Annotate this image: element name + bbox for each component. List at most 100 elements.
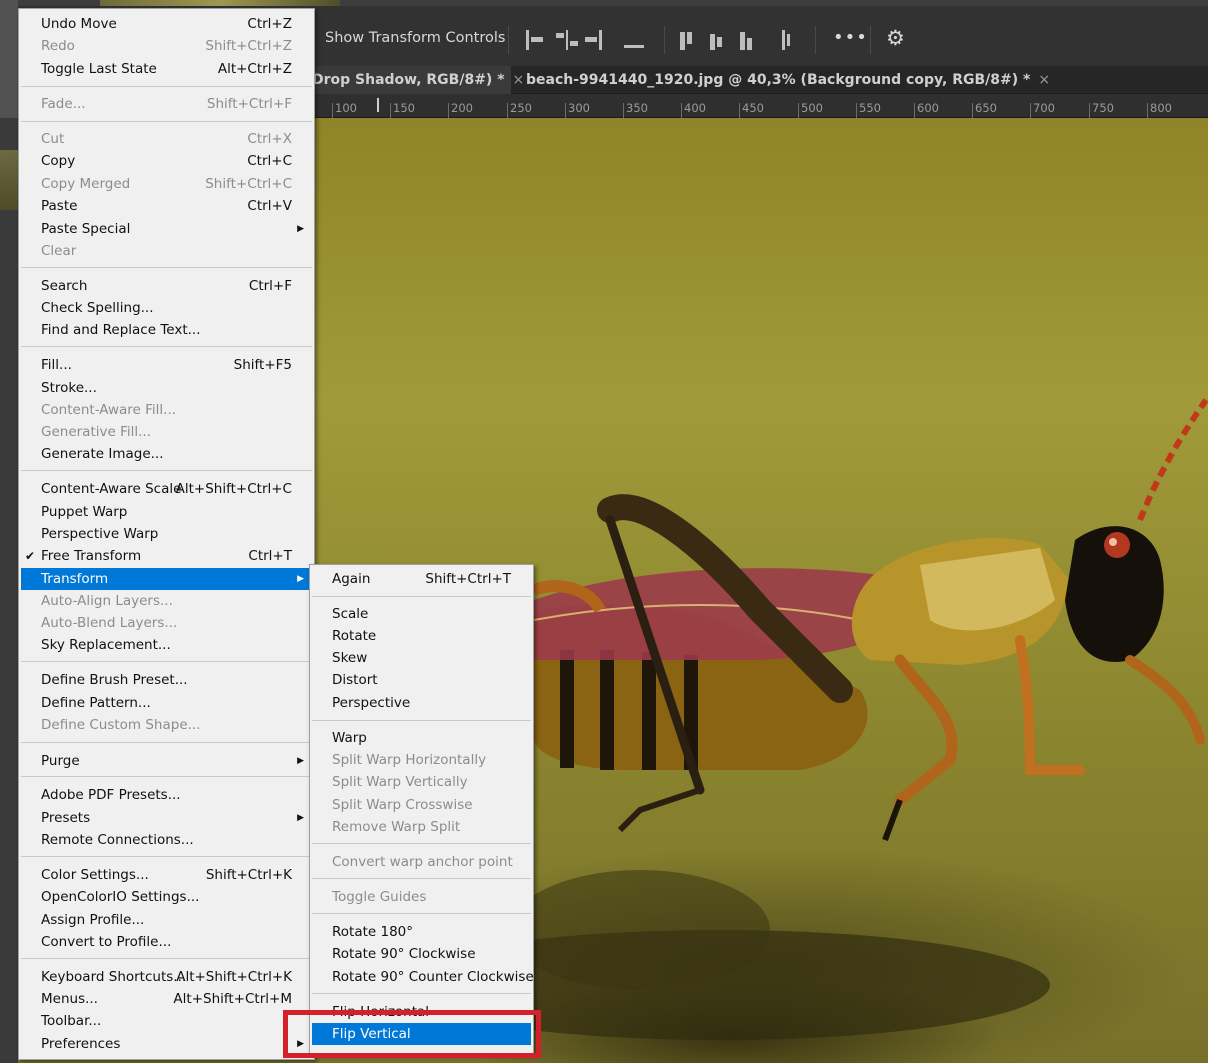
menu-item-convert-warp-anchor-point[interactable]: Convert warp anchor point (312, 851, 531, 873)
menu-item-label: Assign Profile... (41, 912, 145, 928)
menu-separator (312, 913, 531, 914)
menu-item-generative-fill[interactable]: Generative Fill... (21, 421, 312, 443)
menu-item-content-aware-fill[interactable]: Content-Aware Fill... (21, 399, 312, 421)
submenu-arrow-icon: ▶ (297, 813, 304, 823)
menu-item-free-transform[interactable]: ✔ Free Transform Ctrl+T (21, 545, 312, 567)
menu-item-keyboard-shortcuts[interactable]: Keyboard Shortcuts... Alt+Shift+Ctrl+K (21, 966, 312, 988)
menu-item-copy-merged[interactable]: Copy Merged Shift+Ctrl+C (21, 173, 312, 195)
menu-item-label: Toggle Last State (41, 61, 157, 77)
menu-item-label: Redo (41, 38, 75, 54)
menu-item-adobe-pdf-presets[interactable]: Adobe PDF Presets... (21, 784, 312, 806)
menu-item-shortcut: Ctrl+C (247, 153, 292, 169)
menu-item-label: Rotate 90° Clockwise (332, 946, 476, 962)
menu-item-content-aware-scale[interactable]: Content-Aware Scale Alt+Shift+Ctrl+C (21, 478, 312, 500)
submenu-arrow-icon: ▶ (297, 756, 304, 766)
menu-item-menus[interactable]: Menus... Alt+Shift+Ctrl+M (21, 988, 312, 1010)
menu-item-label: Toggle Guides (332, 889, 427, 905)
menu-item-check-spelling[interactable]: Check Spelling... (21, 297, 312, 319)
menu-item-split-warp-crosswise[interactable]: Split Warp Crosswise (312, 794, 531, 816)
menu-item-shortcut: Shift+Ctrl+F (206, 96, 292, 112)
menu-item-paste[interactable]: Paste Ctrl+V (21, 195, 312, 217)
menu-item-remote-connections[interactable]: Remote Connections... (21, 829, 312, 851)
menu-item-convert-to-profile[interactable]: Convert to Profile... (21, 931, 312, 953)
menu-item-label: Clear (41, 243, 77, 259)
menu-separator (312, 720, 531, 721)
menu-item-skew[interactable]: Skew (312, 647, 531, 669)
menu-item-rotate-90-clockwise[interactable]: Rotate 90° Clockwise (312, 943, 531, 965)
menu-item-copy[interactable]: Copy Ctrl+C (21, 150, 312, 172)
menu-item-opencolorio-settings[interactable]: OpenColorIO Settings... (21, 886, 312, 908)
menu-item-search[interactable]: Search Ctrl+F (21, 275, 312, 297)
menu-item-fade[interactable]: Fade... Shift+Ctrl+F (21, 93, 312, 115)
menu-separator (21, 86, 312, 87)
menu-item-label: Free Transform (41, 548, 142, 564)
menu-item-remove-warp-split[interactable]: Remove Warp Split (312, 816, 531, 838)
menu-item-label: Keyboard Shortcuts... (41, 969, 187, 985)
menu-item-label: Presets (41, 810, 91, 826)
menu-item-transform[interactable]: Transform ▶ (21, 568, 312, 590)
menu-item-label: Fade... (41, 96, 86, 112)
menu-item-label: Paste (41, 198, 78, 214)
menu-item-label: Auto-Blend Layers... (41, 615, 178, 631)
menu-item-preferences[interactable]: Preferences ▶ (21, 1033, 312, 1055)
menu-item-generate-image[interactable]: Generate Image... (21, 443, 312, 465)
menu-item-split-warp-vertically[interactable]: Split Warp Vertically (312, 771, 531, 793)
menu-item-warp[interactable]: Warp (312, 727, 531, 749)
menu-item-rotate[interactable]: Rotate (312, 625, 531, 647)
menu-item-shortcut: Alt+Shift+Ctrl+K (176, 969, 292, 985)
menu-item-shortcut: Ctrl+T (248, 548, 292, 564)
menu-separator (21, 742, 312, 743)
submenu-arrow-icon: ▶ (297, 574, 304, 584)
background-photo-strip (0, 150, 18, 210)
menu-item-scale[interactable]: Scale (312, 603, 531, 625)
menu-separator (21, 267, 312, 268)
menu-item-rotate-180[interactable]: Rotate 180° (312, 921, 531, 943)
menu-item-stroke[interactable]: Stroke... (21, 377, 312, 399)
menu-item-presets[interactable]: Presets ▶ (21, 807, 312, 829)
menu-item-clear[interactable]: Clear (21, 240, 312, 262)
menu-item-find-and-replace-text[interactable]: Find and Replace Text... (21, 319, 312, 341)
menu-item-perspective-warp[interactable]: Perspective Warp (21, 523, 312, 545)
menu-item-again[interactable]: Again Shift+Ctrl+T (312, 568, 531, 590)
menu-item-puppet-warp[interactable]: Puppet Warp (21, 501, 312, 523)
menu-item-toggle-last-state[interactable]: Toggle Last State Alt+Ctrl+Z (21, 58, 312, 80)
menu-separator (21, 346, 312, 347)
menu-item-rotate-90-counter-clockwise[interactable]: Rotate 90° Counter Clockwise (312, 966, 534, 988)
menu-item-redo[interactable]: Redo Shift+Ctrl+Z (21, 35, 312, 57)
menu-item-fill[interactable]: Fill... Shift+F5 (21, 354, 312, 376)
menu-item-label: Preferences (41, 1036, 121, 1052)
menu-item-define-custom-shape[interactable]: Define Custom Shape... (21, 714, 312, 736)
menu-item-auto-blend-layers[interactable]: Auto-Blend Layers... (21, 612, 312, 634)
menu-item-cut[interactable]: Cut Ctrl+X (21, 128, 312, 150)
menu-item-purge[interactable]: Purge ▶ (21, 750, 312, 772)
menu-item-toolbar[interactable]: Toolbar... (21, 1010, 312, 1032)
menu-item-label: Convert to Profile... (41, 934, 172, 950)
menu-item-distort[interactable]: Distort (312, 669, 531, 691)
grasshopper-eye (1104, 532, 1130, 558)
menu-item-label: Content-Aware Fill... (41, 402, 177, 418)
menu-separator (21, 958, 312, 959)
menu-item-auto-align-layers[interactable]: Auto-Align Layers... (21, 590, 312, 612)
edit-menu: Undo Move Ctrl+Z Redo Shift+Ctrl+Z Toggle La… (18, 8, 315, 1060)
tools-panel-edge (0, 118, 18, 1063)
menu-item-label: Distort (332, 672, 378, 688)
menu-item-assign-profile[interactable]: Assign Profile... (21, 909, 312, 931)
flip-vertical-callout (283, 1010, 541, 1058)
menu-item-color-settings[interactable]: Color Settings... Shift+Ctrl+K (21, 864, 312, 886)
menu-item-label: Find and Replace Text... (41, 322, 201, 338)
menu-item-sky-replacement[interactable]: Sky Replacement... (21, 634, 312, 656)
menu-item-split-warp-horizontally[interactable]: Split Warp Horizontally (312, 749, 531, 771)
menu-item-define-brush-preset[interactable]: Define Brush Preset... (21, 669, 312, 691)
menu-item-undo-move[interactable]: Undo Move Ctrl+Z (21, 13, 312, 35)
menu-separator (312, 843, 531, 844)
menu-item-label: Perspective (332, 695, 411, 711)
menu-item-paste-special[interactable]: Paste Special ▶ (21, 218, 312, 240)
menu-item-label: Define Custom Shape... (41, 717, 201, 733)
menu-item-perspective[interactable]: Perspective (312, 692, 531, 714)
menu-separator (312, 878, 531, 879)
menu-item-label: Cut (41, 131, 65, 147)
menu-item-define-pattern[interactable]: Define Pattern... (21, 692, 312, 714)
menu-item-toggle-guides[interactable]: Toggle Guides (312, 886, 531, 908)
menu-item-shortcut: Shift+Ctrl+T (425, 571, 511, 587)
menu-separator (21, 470, 312, 471)
